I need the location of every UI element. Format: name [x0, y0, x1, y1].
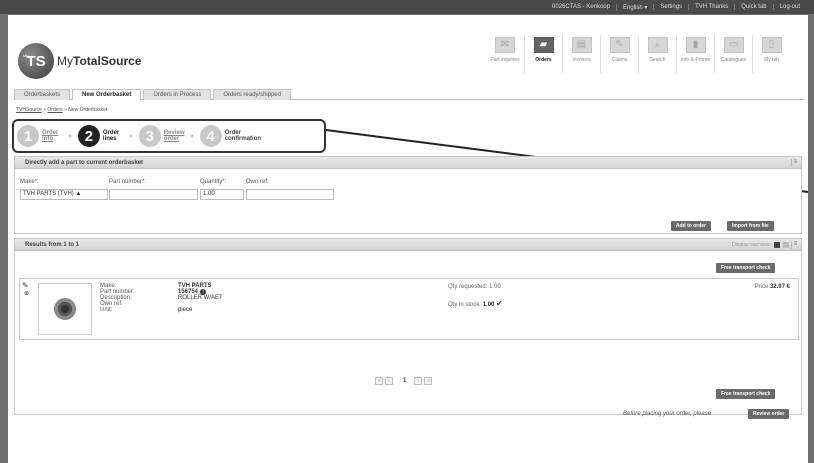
arrow-up-icon: ▲ [75, 191, 82, 197]
top-bar: 0026CTAS - Kenkoop English ▾ Settings TV… [0, 0, 814, 14]
settings-link[interactable]: Settings [653, 4, 688, 10]
step-arrow-icon: » [68, 132, 72, 140]
bar-chart-icon: ▮ [685, 37, 706, 53]
nav-invoices[interactable]: ▤ Invoices [562, 35, 600, 73]
page: My TS MyTotalSource ✉ Part inquiries ▰ O… [8, 15, 808, 463]
step-arrow-icon: » [128, 132, 133, 140]
breadcrumb: TVHSource » Orders » New Orderbasket [16, 107, 108, 113]
header: My TS MyTotalSource ✉ Part inquiries ▰ O… [8, 15, 808, 85]
review-order-button[interactable]: Review order [748, 409, 790, 419]
quantity-input[interactable]: 1.00 [200, 189, 244, 200]
product-unit: piece [178, 307, 193, 313]
results-panel: Results from 1 to 1 Display overview: ≡ … [14, 238, 802, 415]
add-to-order-button[interactable]: Add to order [671, 221, 711, 231]
tab-orderbaskets[interactable]: Orderbaskets [14, 89, 71, 100]
collapse-icon[interactable]: ≡ [791, 159, 799, 167]
chevron-down-icon: ▾ [644, 4, 648, 11]
pencil-icon: ✎ [609, 37, 630, 53]
review-note: Before placing your order, please [623, 411, 712, 417]
breadcrumb-orders[interactable]: Orders [47, 107, 62, 113]
step-arrow-icon: » [189, 132, 194, 140]
step-number: 2 [77, 125, 100, 147]
nav-my-tvh[interactable]: ▯ My tvh [752, 35, 790, 73]
step-label: Order lines [102, 130, 120, 142]
nav-orders[interactable]: ▰ Orders [524, 35, 562, 73]
breadcrumb-home[interactable]: TVHSource [16, 107, 42, 113]
folder-icon: ▰ [533, 37, 554, 53]
results-panel-title: Results from 1 to 1 Display overview: ≡ [15, 239, 801, 251]
display-overview: Display overview: [732, 239, 789, 251]
free-transport-check-button-bottom[interactable]: Free transport check [716, 389, 776, 399]
bearing-image [54, 298, 76, 320]
main-nav: ✉ Part inquiries ▰ Orders ▤ Invoices ✎ C… [486, 35, 790, 73]
tvh-thanks-link[interactable]: TVH Thanks [688, 4, 734, 10]
step-number: 1 [17, 125, 39, 147]
envelope-icon: ✉ [495, 37, 515, 53]
add-part-panel: Directly add a part to current orderbask… [14, 156, 802, 234]
edit-icon[interactable]: ✎ [22, 281, 29, 290]
nav-claims[interactable]: ✎ Claims [600, 35, 638, 73]
part-number-label: Part number*: [109, 179, 147, 185]
own-ref-input[interactable] [246, 189, 334, 200]
order-tabs: Orderbaskets New Orderbasket Orders in P… [14, 89, 804, 100]
part-number-input[interactable] [109, 189, 198, 200]
own-ref-label: Own ref: [246, 179, 269, 185]
price: Price:32.97 € [754, 284, 790, 290]
check-icon: ✔ [496, 299, 503, 308]
logo-icon: My TS [18, 43, 54, 79]
product-description: ROLLER W/AET [178, 295, 223, 301]
language-select[interactable]: English ▾ [615, 3, 653, 11]
step-review-order[interactable]: 3 Review order » [138, 125, 194, 147]
prev-page-button[interactable]: ‹ [385, 377, 393, 385]
next-page-button[interactable]: › [414, 377, 423, 385]
qty-in-stock: Qty in stock: 1.00 ✔ [448, 299, 503, 308]
logo-text: MyTotalSource [57, 54, 142, 68]
qty-requested: Qty requested: 1.00 [448, 284, 501, 290]
nav-search[interactable]: ⌕ Search [638, 35, 676, 73]
last-page-button[interactable]: » [424, 377, 433, 385]
make-select[interactable]: TVH PARTS (TVH) ▲ [20, 189, 108, 200]
quantity-label: Quantity*: [200, 179, 227, 185]
collapse-icon[interactable]: ≡ [791, 241, 799, 249]
product-labels: Make: Part number: Description: Own ref:… [100, 283, 135, 313]
step-label: Order confirmation [224, 130, 262, 142]
step-number: 4 [199, 125, 222, 147]
add-part-panel-title: Directly add a part to current orderbask… [15, 157, 801, 169]
tab-orders-ready-shipped[interactable]: Orders ready/shipped [213, 89, 292, 100]
step-number: 3 [138, 125, 161, 147]
delete-icon[interactable]: ⊗ [24, 290, 29, 297]
logout-link[interactable]: Log-out [772, 4, 806, 10]
nav-info-promo[interactable]: ▮ Info & Promo [676, 35, 714, 73]
book-icon: ▭ [723, 37, 744, 53]
step-label: Review order [163, 130, 185, 142]
product-values: TVH PARTS 156754 i ROLLER W/AET piece [178, 283, 223, 313]
quick-tab-link[interactable]: Quick tab [734, 4, 772, 10]
tab-orders-in-process[interactable]: Orders in Process [143, 89, 212, 100]
import-from-file-button[interactable]: Import from file [727, 221, 774, 231]
step-order-lines: 2 Order lines » [77, 125, 133, 147]
logo[interactable]: My TS MyTotalSource [18, 43, 141, 79]
product-row: ✎ ⊗ Make: Part number: Description: Own … [19, 278, 799, 340]
step-order-confirmation: 4 Order confirmation [199, 125, 265, 147]
nav-catalogues[interactable]: ▭ Catalogues [714, 35, 752, 73]
first-page-button[interactable]: « [375, 377, 383, 385]
free-transport-check-button[interactable]: Free transport check [716, 263, 776, 273]
step-order-info[interactable]: 1 Order info » [17, 125, 72, 147]
tab-new-orderbasket[interactable]: New Orderbasket [72, 89, 142, 100]
grid-view-icon[interactable] [774, 242, 780, 248]
list-view-icon[interactable] [783, 242, 789, 248]
nav-part-inquiries[interactable]: ✉ Part inquiries [486, 35, 524, 73]
user-icon: ▯ [761, 37, 782, 53]
breadcrumb-current: New Orderbasket [68, 107, 108, 113]
account-link[interactable]: 0026CTAS - Kenkoop [546, 4, 616, 10]
search-icon: ⌕ [647, 37, 668, 53]
make-label: Make*: [20, 179, 39, 185]
pagination: « ‹ 1 › » [375, 377, 434, 385]
product-image[interactable] [38, 283, 92, 335]
document-icon: ▤ [571, 37, 592, 53]
order-steps: 1 Order info » 2 Order lines » 3 Review … [12, 119, 326, 153]
step-label: Order info [42, 130, 59, 142]
current-page: 1 [403, 378, 407, 384]
